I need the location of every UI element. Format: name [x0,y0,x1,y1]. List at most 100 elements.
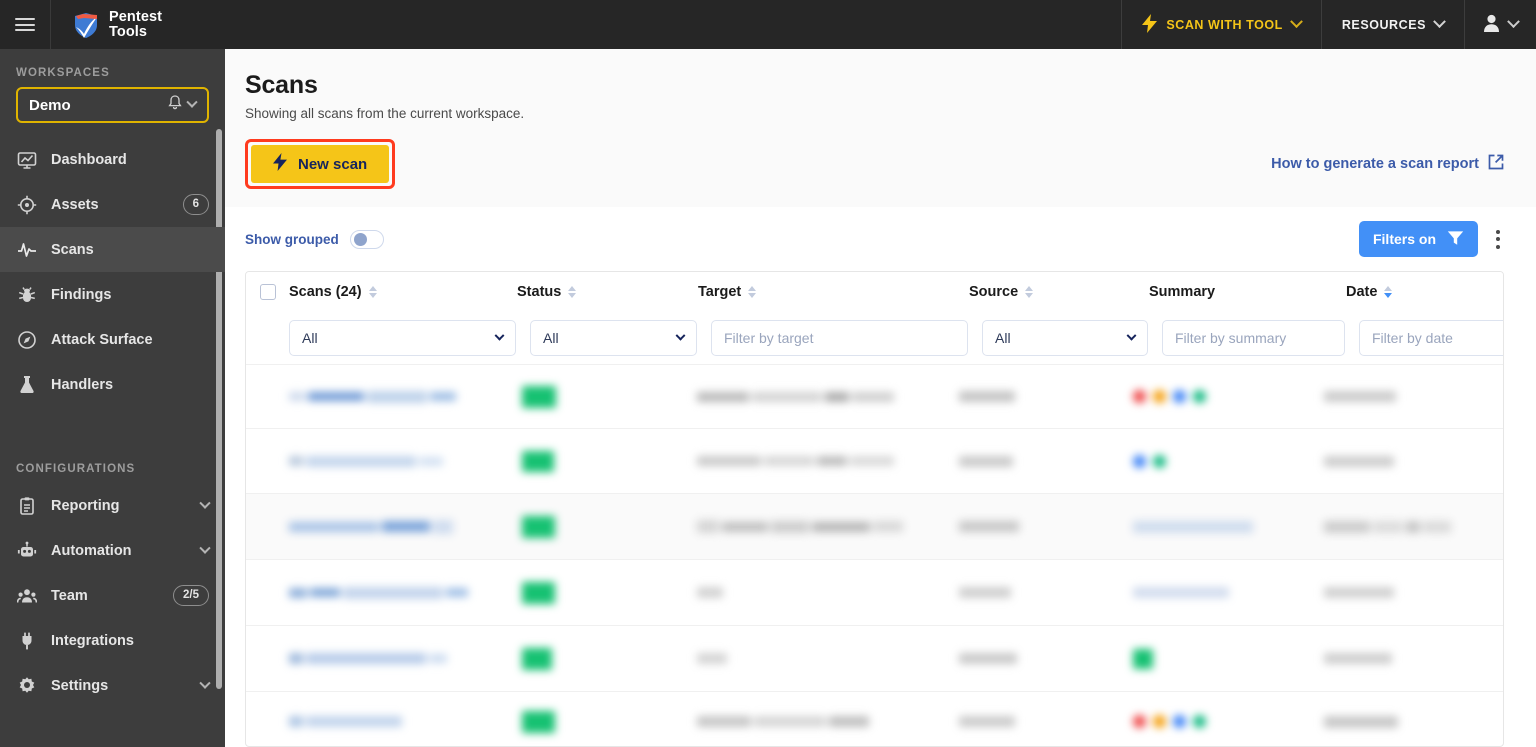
sort-toggle-date[interactable] [1384,286,1393,298]
cell-summary [1133,494,1324,559]
redacted-date [1323,715,1398,728]
brand-logo[interactable]: Pentest Tools [51,0,162,49]
scan-report-help-link[interactable]: How to generate a scan report [1271,154,1504,174]
column-header-status[interactable]: Status [517,284,698,300]
table-row[interactable] [246,428,1503,493]
redacted-scan-name [289,586,468,599]
hamburger-menu-icon[interactable] [0,0,51,49]
filters-on-button[interactable]: Filters on [1358,221,1478,257]
filter-target-input[interactable]: Filter by target [711,320,968,356]
nav-resources[interactable]: RESOURCES [1320,0,1464,49]
column-header-date[interactable]: Date [1346,284,1393,300]
column-header-source-label: Source [969,284,1019,300]
column-header-status-label: Status [517,284,562,300]
sidebar-item-settings-label: Settings [51,677,109,694]
nav-scan-with-tool[interactable]: SCAN WITH TOOL [1121,0,1321,49]
sidebar-item-reporting[interactable]: Reporting [0,483,225,528]
sidebar-item-handlers[interactable]: Handlers [0,362,225,407]
lightning-bolt-icon [1142,13,1158,36]
cell-status [522,626,697,691]
sidebar-item-team[interactable]: Team 2/5 [0,573,225,618]
chevron-down-icon [1507,15,1520,29]
redacted-target [697,391,895,402]
show-grouped-control[interactable]: Show grouped [245,229,384,249]
column-header-scans-label: Scans (24) [289,284,362,300]
page-header: Scans Showing all scans from the current… [225,49,1536,207]
column-header-source[interactable]: Source [969,284,1149,300]
chevron-down-icon [675,330,686,341]
chevron-down-icon [1289,15,1303,29]
sidebar-item-attack-surface-label: Attack Surface [51,331,153,348]
table-header-row: Scans (24) Status Target Source Summary … [246,272,1503,312]
table-body [246,364,1503,746]
column-header-target[interactable]: Target [698,284,969,300]
cell-scan-name [289,626,522,691]
bell-icon[interactable] [168,95,182,115]
filter-date-input[interactable]: Filter by date [1359,320,1503,356]
cell-target [697,365,959,428]
filter-scans-select[interactable]: All [289,320,516,356]
sort-toggle-source[interactable] [1025,286,1034,298]
scan-report-help-label: How to generate a scan report [1271,156,1479,172]
workspace-name: Demo [29,96,71,114]
nav-account[interactable] [1464,0,1536,49]
sidebar-item-integrations[interactable]: Integrations [0,618,225,663]
sidebar-item-automation[interactable]: Automation [0,528,225,573]
redacted-status-badge [522,450,555,472]
sort-toggle-status[interactable] [568,286,577,298]
table-row[interactable] [246,559,1503,625]
cell-target [697,429,959,493]
page-title: Scans [245,71,318,99]
cell-source [959,365,1133,428]
filter-status-select[interactable]: All [530,320,697,356]
sort-toggle-target[interactable] [748,286,757,298]
cell-summary [1133,429,1324,493]
nav-resources-label: RESOURCES [1341,17,1426,32]
column-header-scans[interactable]: Scans (24) [289,284,517,300]
redacted-status-badge [522,581,556,604]
sidebar-item-settings[interactable]: Settings [0,663,225,708]
cell-scan-name [289,429,522,493]
filter-scans-value: All [302,330,318,346]
redacted-source [959,653,1018,664]
table-row[interactable] [246,691,1503,746]
redacted-summary-severities [1133,715,1207,728]
table-row[interactable] [246,364,1503,428]
user-avatar-icon [1483,14,1500,35]
external-link-icon [1488,154,1504,174]
redacted-date [1323,455,1394,467]
sidebar-item-scans[interactable]: Scans [0,227,225,272]
filter-source-select[interactable]: All [982,320,1148,356]
show-grouped-label: Show grouped [245,231,339,247]
redacted-source [959,716,1016,727]
select-all-checkbox[interactable] [260,284,276,300]
table-row[interactable] [246,493,1503,559]
table-row[interactable] [246,625,1503,691]
sidebar-item-attack-surface[interactable]: Attack Surface [0,317,225,362]
redacted-status-badge [522,515,556,538]
chevron-down-icon [494,330,505,341]
cell-status [522,429,697,493]
brand-name: Pentest Tools [109,9,162,40]
kebab-menu-icon[interactable] [1492,224,1504,255]
cell-status [522,560,697,625]
sidebar-item-dashboard[interactable]: Dashboard [0,137,225,182]
sidebar: WORKSPACES Demo Dashboard Assets 6 Scans… [0,49,225,747]
column-header-summary-label: Summary [1149,284,1216,300]
redacted-summary [1133,587,1230,598]
sidebar-item-assets[interactable]: Assets 6 [0,182,225,227]
redacted-summary-severities [1133,454,1167,468]
column-header-target-label: Target [698,284,742,300]
show-grouped-toggle[interactable] [349,229,384,249]
redacted-date [1323,653,1392,664]
sort-toggle-scans[interactable] [368,286,377,298]
chevron-down-icon [199,677,211,689]
filter-summary-input[interactable]: Filter by summary [1162,320,1345,356]
workspace-selector[interactable]: Demo [16,87,209,123]
sidebar-item-scans-label: Scans [51,241,94,258]
sidebar-item-findings[interactable]: Findings [0,272,225,317]
new-scan-button[interactable]: New scan [251,145,390,183]
cell-status [522,494,697,559]
cell-target [697,560,959,625]
sidebar-item-automation-label: Automation [51,542,132,559]
